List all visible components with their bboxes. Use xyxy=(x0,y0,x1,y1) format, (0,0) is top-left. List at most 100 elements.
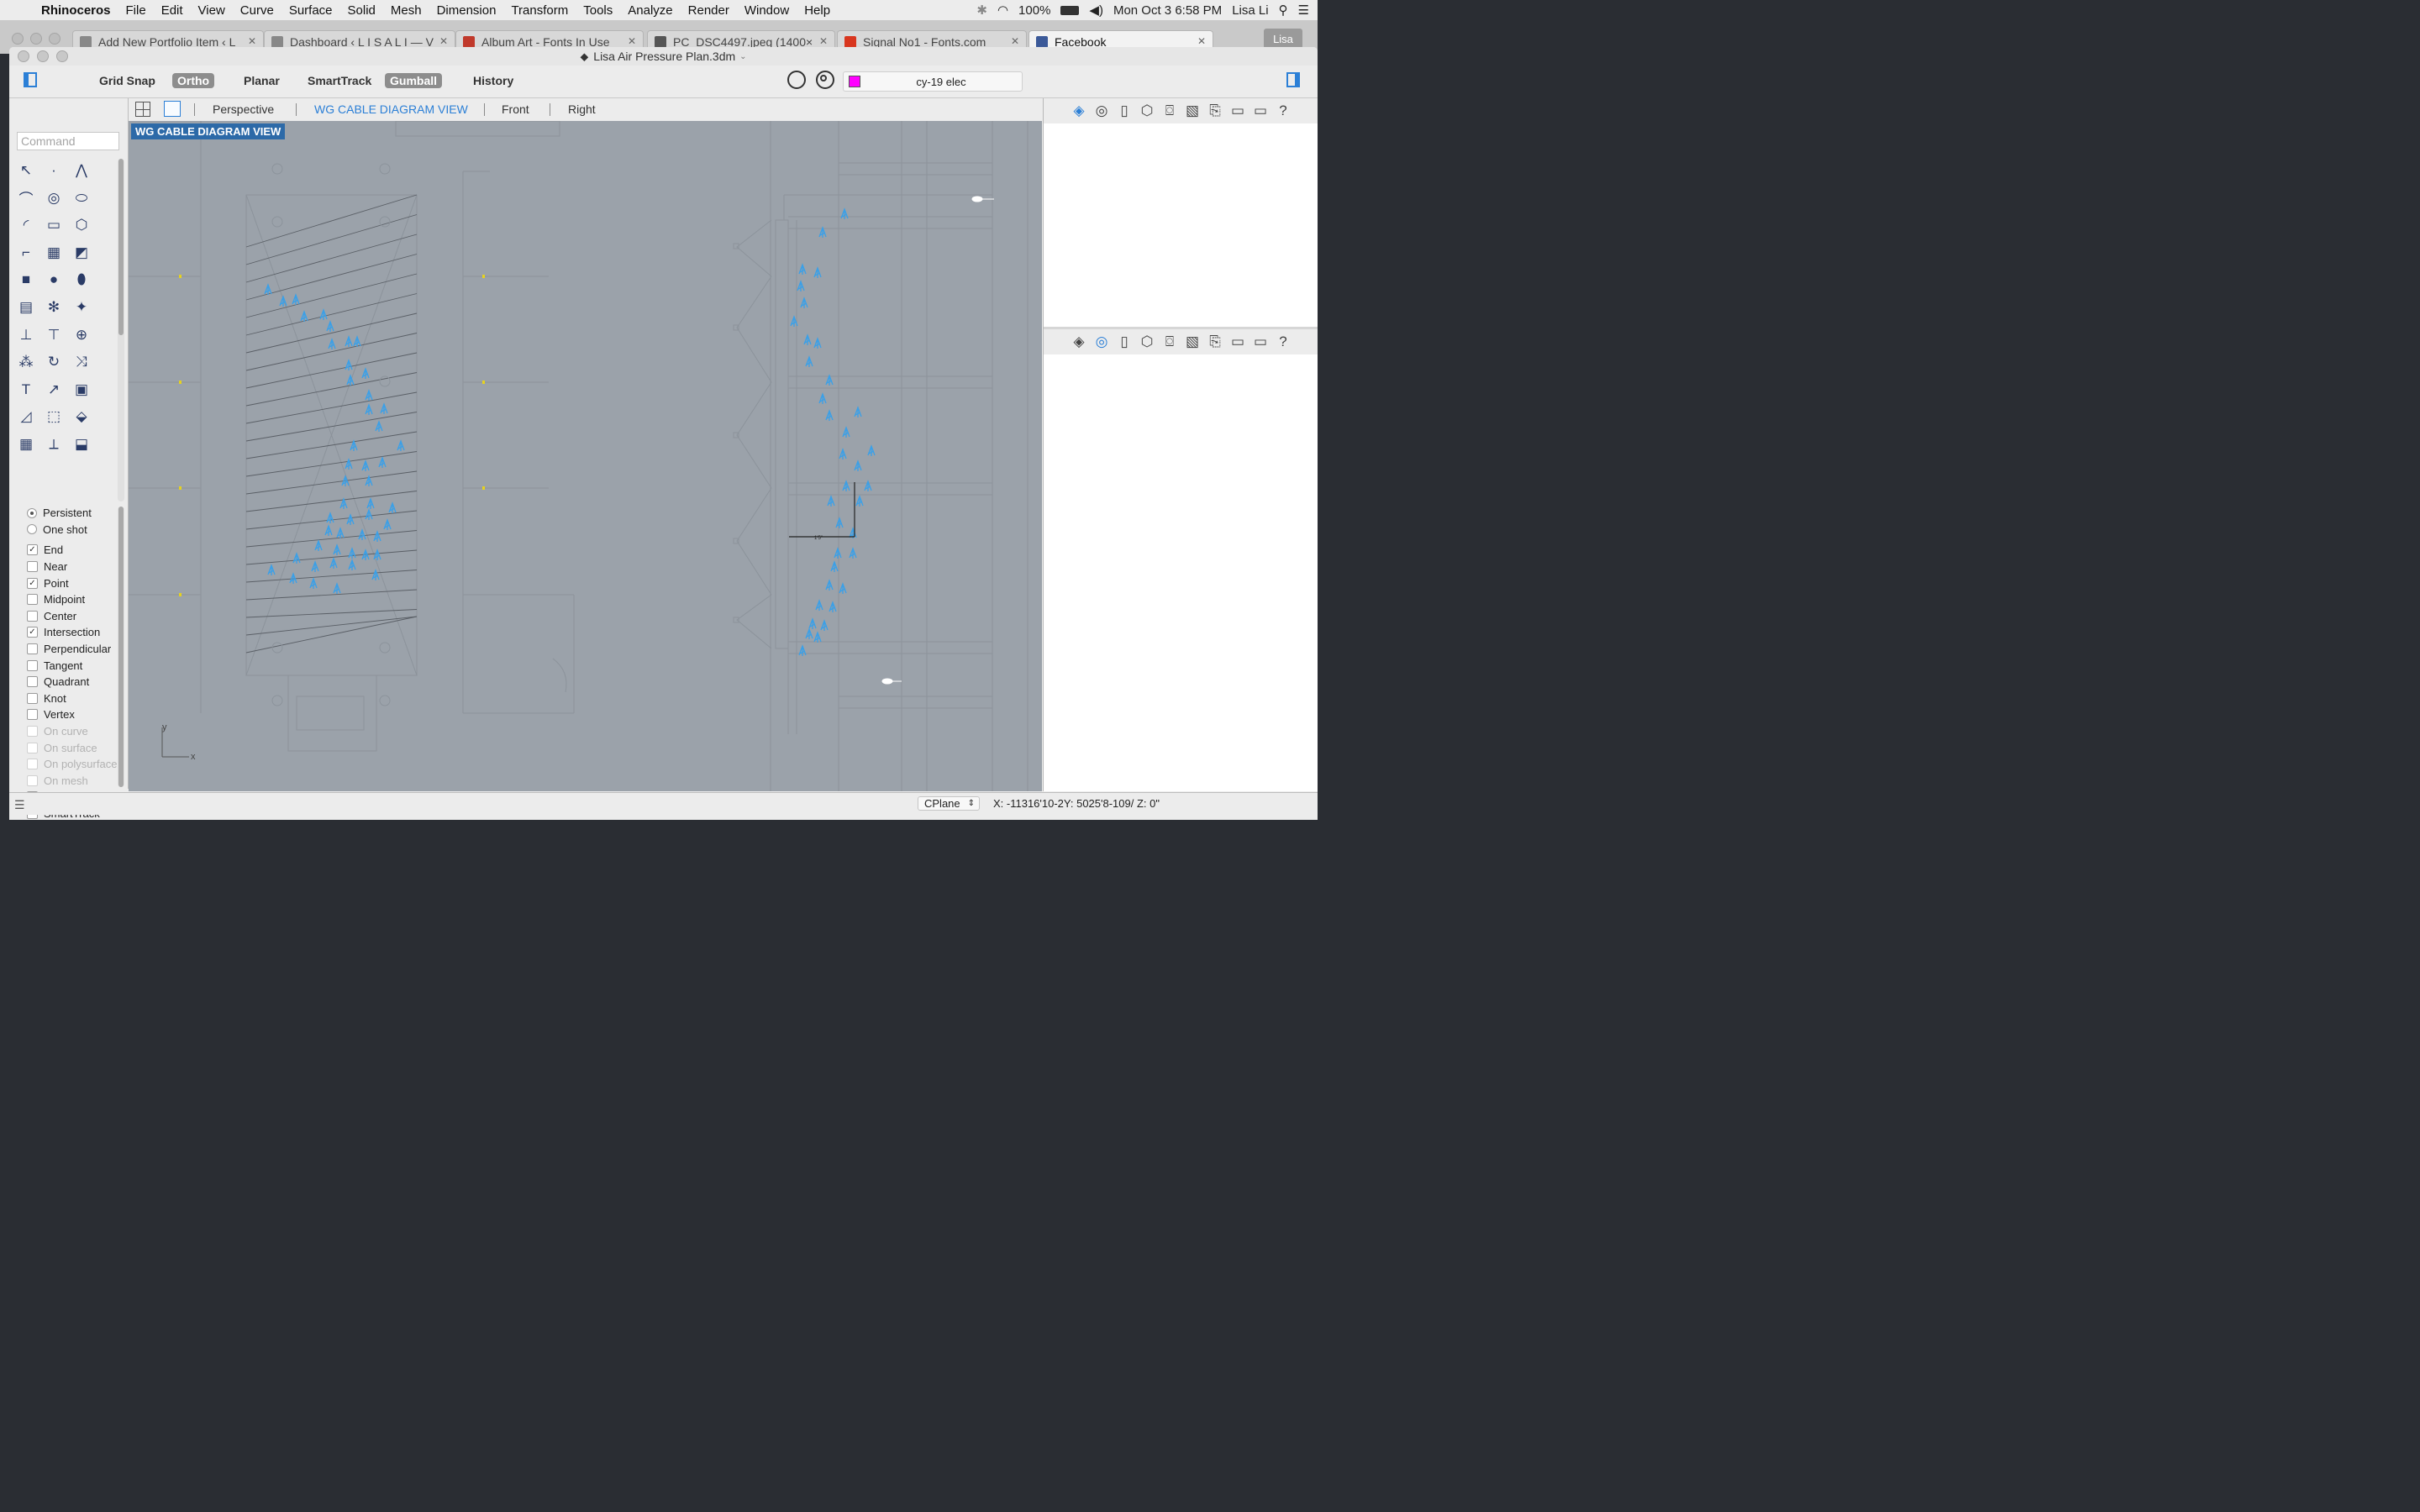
osnap-toggle-icon[interactable] xyxy=(787,71,806,89)
scale-icon[interactable]: ⤨ xyxy=(71,352,92,372)
volume-icon[interactable]: ◀) xyxy=(1089,3,1103,18)
tab-front[interactable]: Front xyxy=(502,102,529,116)
menu-help[interactable]: Help xyxy=(797,3,838,18)
move-icon[interactable]: ↗ xyxy=(44,380,64,400)
camera-icon[interactable]: ⌼ xyxy=(1162,102,1178,119)
toggle-ortho[interactable]: Ortho xyxy=(172,73,215,88)
close-tab-icon[interactable]: ✕ xyxy=(439,35,448,47)
menu-view[interactable]: View xyxy=(191,3,233,18)
cylinder-icon[interactable]: ⬮ xyxy=(71,270,92,290)
command-input[interactable]: Command xyxy=(17,132,119,150)
dimension-icon[interactable]: ◿ xyxy=(16,407,36,427)
mesh-icon[interactable]: ▤ xyxy=(16,297,36,318)
close-tab-icon[interactable]: ✕ xyxy=(628,35,636,47)
script-icon[interactable]: ⎘ xyxy=(1207,333,1223,350)
menu-mesh[interactable]: Mesh xyxy=(383,3,429,18)
status-menu-icon[interactable]: ☰ xyxy=(14,798,25,812)
radio-button[interactable] xyxy=(27,507,37,518)
close-window-button[interactable] xyxy=(18,50,29,62)
rectangle-icon[interactable]: ▭ xyxy=(44,215,64,235)
toggle-smarttrack[interactable]: SmartTrack xyxy=(302,73,376,88)
fillet-icon[interactable]: ⌐ xyxy=(16,243,36,263)
osnap-mode-persistent[interactable]: Persistent xyxy=(9,505,118,522)
osnap-scrollbar[interactable] xyxy=(118,507,124,787)
display-icon[interactable]: ◎ xyxy=(1094,333,1110,350)
select-arrow-icon[interactable]: ↖ xyxy=(16,160,36,181)
monitor-icon[interactable]: ▭ xyxy=(1253,102,1269,119)
viewport-title-label[interactable]: WG CABLE DIAGRAM VIEW xyxy=(131,123,286,139)
material-icon[interactable]: ▧ xyxy=(1185,333,1201,350)
checkbox[interactable] xyxy=(27,692,38,704)
curve-icon[interactable]: ⌒ xyxy=(16,188,36,208)
menu-curve[interactable]: Curve xyxy=(233,3,281,18)
zoom-window-button[interactable] xyxy=(56,50,68,62)
sweep-icon[interactable]: ◩ xyxy=(71,243,92,263)
tab-wg-cable-diagram-view[interactable]: WG CABLE DIAGRAM VIEW xyxy=(314,102,468,116)
gear-icon[interactable]: ✻ xyxy=(44,297,64,318)
menu-analyze[interactable]: Analyze xyxy=(620,3,680,18)
script-icon[interactable]: ⎘ xyxy=(1207,102,1223,119)
help-icon[interactable]: ? xyxy=(1276,333,1292,350)
split-icon[interactable]: ⊤ xyxy=(44,325,64,345)
frame-icon[interactable]: ▭ xyxy=(1230,102,1246,119)
wg-cable-diagram-viewport[interactable]: 1'5" y x WG CABLE DIAGRAM VIEW xyxy=(129,121,1042,791)
checkbox[interactable]: ✓ xyxy=(27,544,38,556)
minimize-window-button[interactable] xyxy=(37,50,49,62)
title-chevron-icon[interactable]: ⌄ xyxy=(739,52,746,61)
osnap-vertex[interactable]: Vertex xyxy=(9,706,118,723)
camera-icon[interactable]: ⌼ xyxy=(1162,333,1178,350)
page-icon[interactable]: ▯ xyxy=(1117,333,1133,350)
close-tab-icon[interactable]: ✕ xyxy=(248,35,256,47)
render-icon[interactable]: ✦ xyxy=(71,297,92,318)
menu-dimension[interactable]: Dimension xyxy=(429,3,504,18)
checkbox[interactable] xyxy=(27,676,38,688)
osnap-end[interactable]: ✓ End xyxy=(9,542,118,559)
target-icon[interactable] xyxy=(816,71,834,89)
user-menu[interactable]: Lisa Li xyxy=(1232,3,1268,18)
close-tab-icon[interactable]: ✕ xyxy=(819,35,828,47)
display-icon[interactable]: ◎ xyxy=(1094,102,1110,119)
ellipse-icon[interactable]: ⬭ xyxy=(71,188,92,208)
battery-icon[interactable] xyxy=(1060,5,1080,15)
box-icon[interactable]: ■ xyxy=(16,270,36,290)
sphere-icon[interactable]: ● xyxy=(44,270,64,290)
toggle-planar[interactable]: Planar xyxy=(239,73,285,88)
frame-icon[interactable]: ▭ xyxy=(1230,333,1246,350)
viewport-layout-icon[interactable] xyxy=(135,102,150,117)
bluetooth-icon[interactable]: ✱ xyxy=(976,3,987,18)
single-viewport-icon[interactable] xyxy=(164,101,181,117)
box-icon[interactable]: ⬡ xyxy=(1139,102,1155,119)
osnap-midpoint[interactable]: Midpoint xyxy=(9,591,118,608)
osnap-intersection[interactable]: ✓ Intersection xyxy=(9,624,118,641)
checkbox[interactable] xyxy=(27,643,38,655)
material-icon[interactable]: ▧ xyxy=(1185,102,1201,119)
rotate-icon[interactable]: ↻ xyxy=(44,352,64,372)
help-icon[interactable]: ? xyxy=(1276,102,1292,119)
spotlight-icon[interactable]: ⚲ xyxy=(1279,3,1288,18)
osnap-quadrant[interactable]: Quadrant xyxy=(9,674,118,690)
menu-window[interactable]: Window xyxy=(737,3,797,18)
close-tab-icon[interactable]: ✕ xyxy=(1011,35,1019,47)
osnap-perpendicular[interactable]: Perpendicular xyxy=(9,641,118,658)
polyline-icon[interactable]: ⋀ xyxy=(71,160,92,181)
menu-tools[interactable]: Tools xyxy=(576,3,620,18)
plane-icon[interactable]: ⬙ xyxy=(71,407,92,427)
array-icon[interactable]: ▣ xyxy=(71,380,92,400)
checkbox[interactable] xyxy=(27,659,38,671)
analyze-icon[interactable]: ⟂ xyxy=(44,434,64,454)
browser-profile-button[interactable]: Lisa xyxy=(1264,29,1302,49)
toggle-history[interactable]: History xyxy=(468,73,518,88)
wifi-icon[interactable]: ◠ xyxy=(997,3,1008,18)
toggle-gumball[interactable]: Gumball xyxy=(385,73,443,88)
checkbox[interactable] xyxy=(27,709,38,721)
layers-icon[interactable]: ◈ xyxy=(1071,102,1087,119)
block-icon[interactable]: ⬚ xyxy=(44,407,64,427)
page-icon[interactable]: ▯ xyxy=(1117,102,1133,119)
surface-icon[interactable]: ▦ xyxy=(44,243,64,263)
right-sidebar-toggle-icon[interactable] xyxy=(1286,72,1300,87)
layers-icon[interactable]: ◈ xyxy=(1071,333,1087,350)
osnap-mode-one-shot[interactable]: One shot xyxy=(9,522,118,538)
osnap-tangent[interactable]: Tangent xyxy=(9,657,118,674)
menu-edit[interactable]: Edit xyxy=(154,3,191,18)
checkbox[interactable] xyxy=(27,594,38,606)
